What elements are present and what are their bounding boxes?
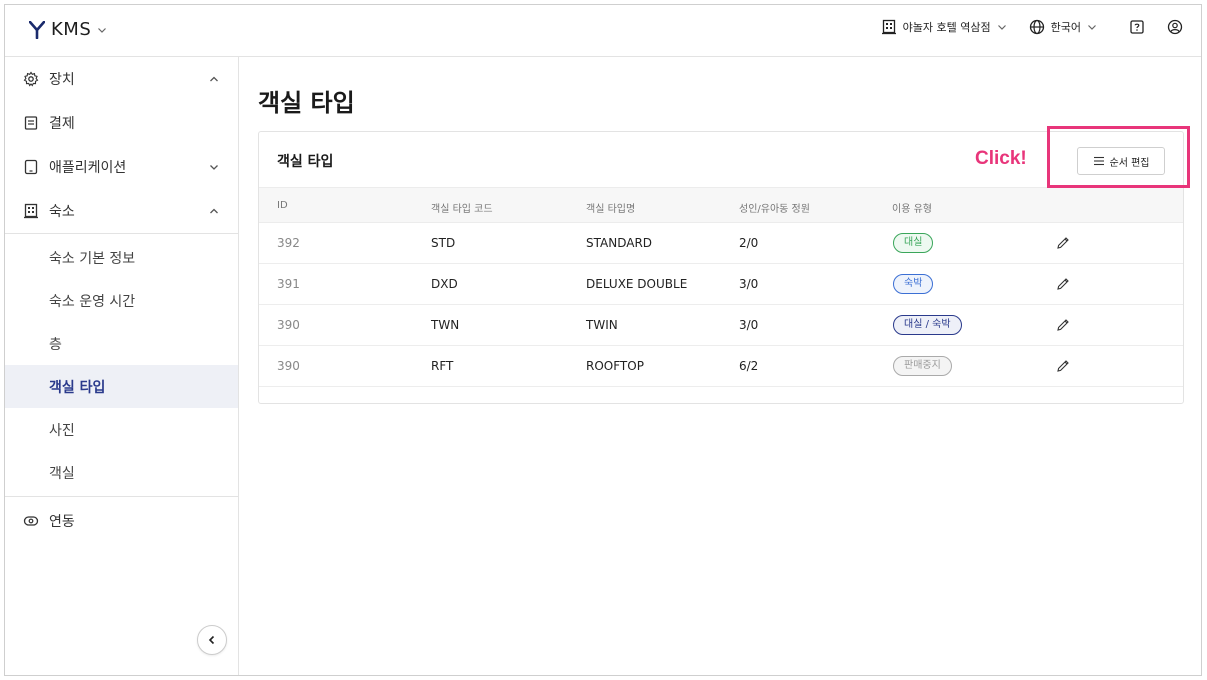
- cell-id: 390: [277, 359, 300, 373]
- usage-badge: 대실: [893, 233, 934, 253]
- app-name: KMS: [51, 19, 92, 40]
- table-header: ID 객실 타입 코드 객실 타입명 성인/유아동 정원 이용 유형: [259, 187, 1183, 223]
- table-row[interactable]: 390 RFT ROOFTOP 6/2 판매중지: [259, 346, 1183, 387]
- pencil-icon[interactable]: [1055, 358, 1071, 374]
- sidebar-item-devices[interactable]: 장치: [5, 57, 238, 101]
- chevron-down-icon: [997, 25, 1006, 30]
- cell-id: 392: [277, 236, 300, 250]
- room-type-card: 객실 타입 Click! 순서 편집 ID 객실 타입 코드 객실 타입명 성인…: [258, 131, 1184, 404]
- cell-name: ROOFTOP: [586, 359, 644, 373]
- language-selector[interactable]: 한국어: [1029, 19, 1097, 35]
- sidebar-item-label: 결제: [49, 116, 75, 132]
- chevron-up-icon: [210, 76, 218, 82]
- main-content: 객실 타입 객실 타입 Click! 순서 편집 ID 객실 타입 코드 객실 …: [240, 57, 1201, 675]
- table-row[interactable]: 392 STD STANDARD 2/0 대실: [259, 223, 1183, 264]
- sidebar-subitem-basic-info[interactable]: 숙소 기본 정보: [5, 236, 238, 279]
- cell-capacity: 2/0: [739, 236, 759, 250]
- cell-id: 390: [277, 318, 300, 332]
- column-header-usage: 이용 유형: [892, 204, 932, 215]
- cell-code: DXD: [431, 277, 458, 291]
- column-header-id: ID: [277, 200, 288, 211]
- tablet-icon: [24, 159, 38, 175]
- cell-name: STANDARD: [586, 236, 653, 250]
- column-header-capacity: 성인/유아동 정원: [739, 204, 810, 215]
- sidebar-subitem-photos[interactable]: 사진: [5, 408, 238, 451]
- cell-name: TWIN: [586, 318, 618, 332]
- link-toggle-icon: [23, 516, 39, 526]
- help-icon: [1130, 20, 1144, 34]
- cell-name: DELUXE DOUBLE: [586, 277, 688, 291]
- card-title: 객실 타입: [277, 154, 334, 170]
- sidebar-item-accommodation[interactable]: 숙소: [5, 189, 238, 233]
- chevron-left-icon: [208, 635, 215, 645]
- sidebar-collapse-button[interactable]: [197, 625, 227, 655]
- sidebar-item-label: 애플리케이션: [49, 160, 127, 176]
- sidebar-subitem-room-types[interactable]: 객실 타입: [5, 365, 238, 408]
- cell-code: TWN: [431, 318, 460, 332]
- cell-code: RFT: [431, 359, 454, 373]
- pencil-icon[interactable]: [1055, 317, 1071, 333]
- building-icon: [881, 19, 896, 35]
- account-button[interactable]: [1167, 19, 1183, 35]
- sidebar-item-label: 숙소: [49, 204, 75, 220]
- user-avatar-icon: [1167, 19, 1183, 35]
- receipt-icon: [24, 116, 38, 130]
- table-row[interactable]: 390 TWN TWIN 3/0 대실 / 숙박: [259, 305, 1183, 346]
- chevron-down-icon: [1088, 25, 1096, 30]
- top-right-controls: 야놀자 호텔 역삼점 한국어: [881, 19, 1183, 35]
- chevron-up-icon: [210, 208, 218, 214]
- sidebar-item-integration[interactable]: 연동: [5, 499, 238, 543]
- top-bar: KMS 야놀자 호텔 역삼점 한국어: [5, 5, 1201, 57]
- page-title: 객실 타입: [258, 89, 355, 117]
- sidebar-item-label: 연동: [49, 514, 75, 530]
- pencil-icon[interactable]: [1055, 276, 1071, 292]
- usage-badge: 판매중지: [893, 356, 952, 376]
- accommodation-submenu: 숙소 기본 정보 숙소 운영 시간 층 객실 타입 사진 객실: [5, 233, 238, 497]
- usage-badge: 대실 / 숙박: [893, 315, 962, 335]
- menu-lines-icon: [1093, 156, 1104, 166]
- pencil-icon[interactable]: [1055, 235, 1071, 251]
- sidebar-item-label: 장치: [49, 72, 75, 88]
- app-window: KMS 야놀자 호텔 역삼점 한국어 장치 결제 애플리케이션 숙소 숙소 기본…: [4, 4, 1202, 676]
- click-annotation: Click!: [975, 148, 1027, 169]
- property-name: 야놀자 호텔 역삼점: [902, 21, 991, 34]
- edit-order-button[interactable]: 순서 편집: [1077, 147, 1165, 175]
- sidebar-item-applications[interactable]: 애플리케이션: [5, 145, 238, 189]
- column-header-code: 객실 타입 코드: [431, 204, 493, 215]
- sidebar-subitem-rooms[interactable]: 객실: [5, 451, 238, 494]
- table-row[interactable]: 391 DXD DELUXE DOUBLE 3/0 숙박: [259, 264, 1183, 305]
- cell-code: STD: [431, 236, 456, 250]
- chevron-down-icon: [210, 165, 218, 170]
- cell-capacity: 3/0: [739, 318, 759, 332]
- cell-id: 391: [277, 277, 300, 291]
- sidebar: 장치 결제 애플리케이션 숙소 숙소 기본 정보 숙소 운영 시간 층 객실 타…: [5, 57, 239, 675]
- edit-order-label: 순서 편집: [1109, 157, 1150, 169]
- gear-icon: [23, 71, 39, 87]
- cell-capacity: 6/2: [739, 359, 759, 373]
- chevron-down-icon: [98, 27, 107, 33]
- help-button[interactable]: [1129, 19, 1145, 35]
- app-switcher[interactable]: KMS: [29, 19, 107, 40]
- language-label: 한국어: [1050, 21, 1081, 34]
- cell-capacity: 3/0: [739, 277, 759, 291]
- sidebar-subitem-operating-hours[interactable]: 숙소 운영 시간: [5, 279, 238, 322]
- sidebar-subitem-floors[interactable]: 층: [5, 322, 238, 365]
- globe-icon: [1029, 19, 1044, 35]
- building-icon: [24, 203, 38, 219]
- brand-logo-icon: [29, 20, 45, 39]
- sidebar-item-payment[interactable]: 결제: [5, 101, 238, 145]
- property-selector[interactable]: 야놀자 호텔 역삼점: [881, 19, 1007, 35]
- column-header-name: 객실 타입명: [586, 204, 636, 215]
- usage-badge: 숙박: [893, 274, 934, 294]
